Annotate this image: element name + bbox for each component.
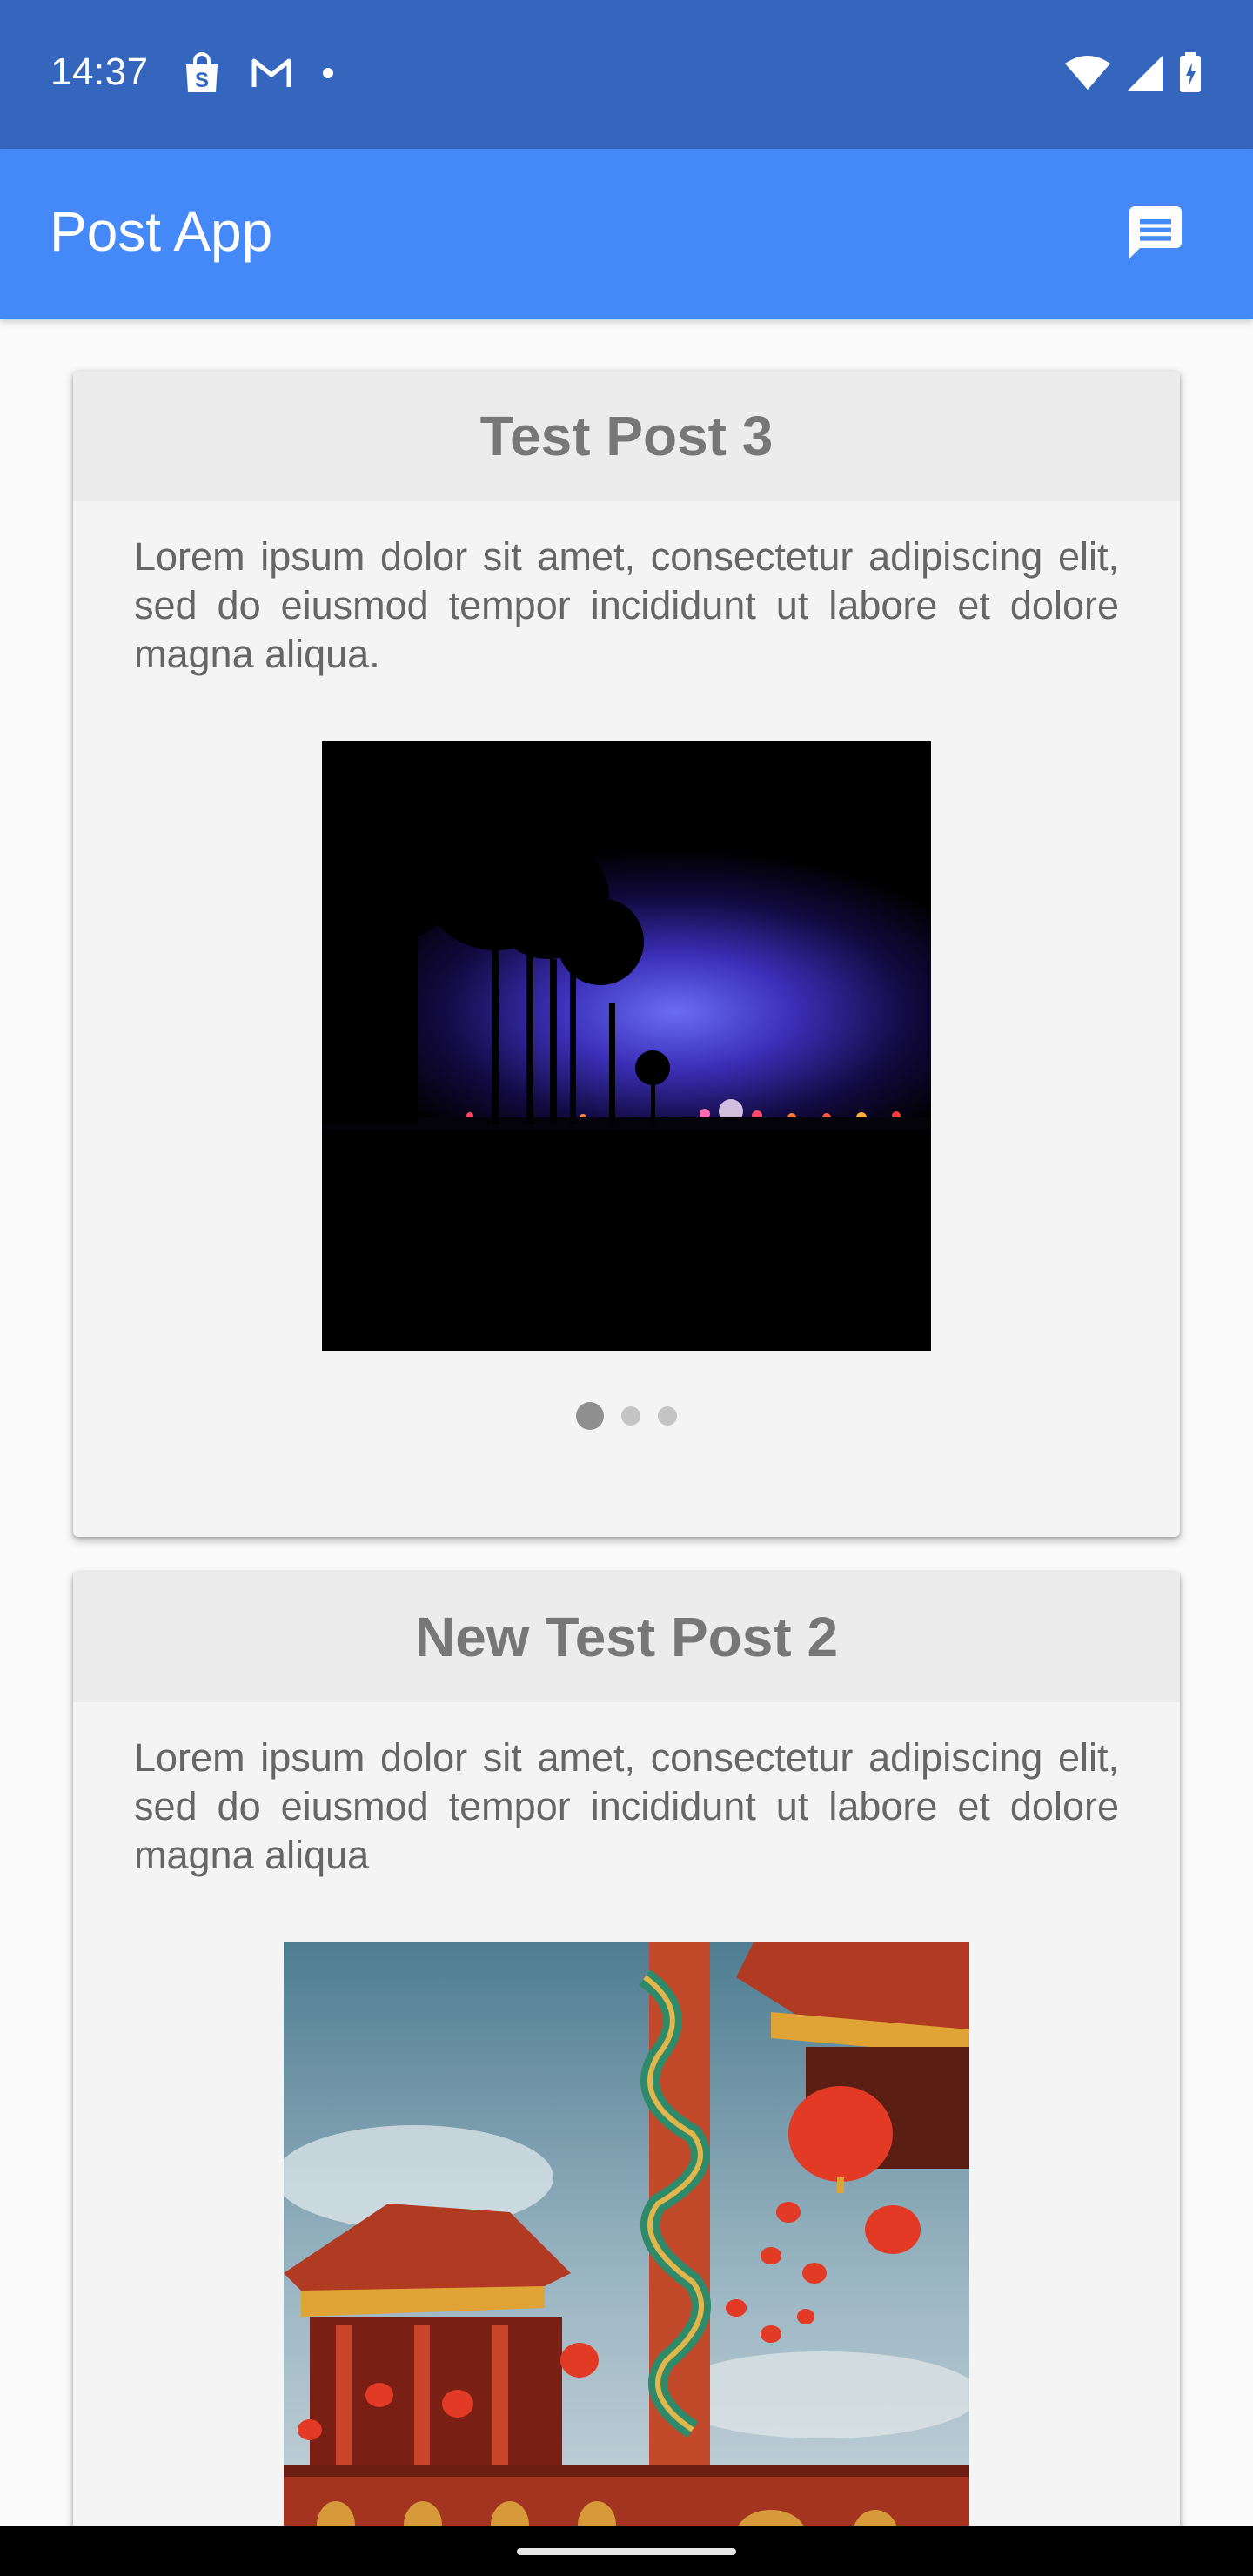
carousel-dot[interactable] — [576, 1402, 604, 1430]
svg-text:S: S — [195, 69, 209, 92]
post-card-header: New Test Post 2 — [73, 1572, 1180, 1702]
carousel-indicator — [73, 1390, 1180, 1442]
night-palm-trees-photo — [322, 741, 931, 1351]
post-card[interactable]: Test Post 3 Lorem ipsum dolor sit amet, … — [73, 371, 1180, 1537]
shopping-bag-icon: S — [183, 52, 221, 98]
post-title: Test Post 3 — [479, 405, 774, 467]
post-image-carousel[interactable] — [322, 741, 931, 1355]
status-system-icons — [1063, 52, 1203, 98]
post-list[interactable]: Test Post 3 Lorem ipsum dolor sit amet, … — [0, 319, 1253, 2526]
post-body: Lorem ipsum dolor sit amet, consectetur … — [134, 534, 1119, 676]
home-gesture-handle[interactable] — [517, 2548, 736, 2555]
wifi-icon — [1063, 55, 1112, 96]
battery-charging-icon — [1178, 52, 1203, 98]
signal-icon — [1126, 54, 1164, 97]
post-card-header: Test Post 3 — [73, 371, 1180, 501]
notification-dot-icon — [322, 67, 334, 84]
chinese-temple-lanterns-photo — [275, 1942, 980, 2526]
post-image-carousel[interactable] — [275, 1942, 980, 2526]
chat-message-icon — [1124, 201, 1187, 268]
post-body: Lorem ipsum dolor sit amet, consectetur … — [134, 1735, 1119, 1877]
post-title: New Test Post 2 — [414, 1606, 839, 1668]
status-notification-icons: S — [183, 52, 334, 98]
gmail-icon — [251, 57, 292, 93]
app-title: Post App — [50, 200, 273, 263]
system-navigation-bar — [0, 2526, 1253, 2576]
status-bar: 14:37 S — [0, 0, 1253, 149]
carousel-dot[interactable] — [658, 1406, 677, 1426]
app-bar: Post App — [0, 149, 1253, 319]
post-card[interactable]: New Test Post 2 Lorem ipsum dolor sit am… — [73, 1572, 1180, 2526]
status-time: 14:37 — [50, 50, 149, 93]
messages-button[interactable] — [1119, 198, 1192, 271]
carousel-dot[interactable] — [621, 1406, 640, 1426]
